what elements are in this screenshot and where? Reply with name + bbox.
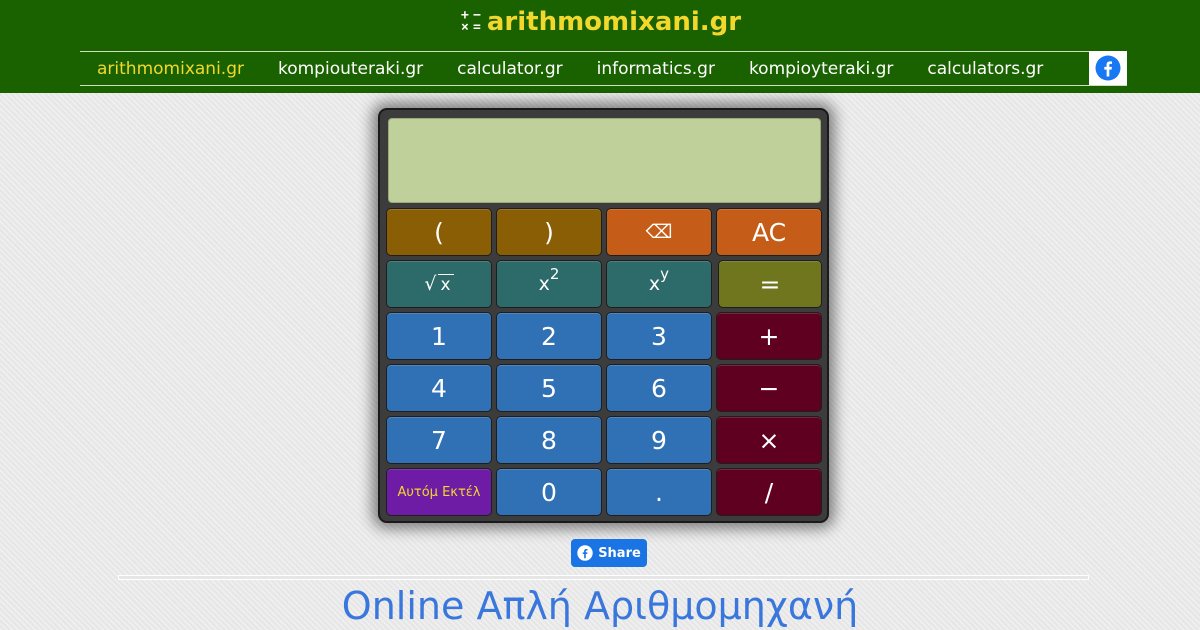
sqrt-button[interactable]: √ x	[386, 260, 492, 308]
auto-execute-button[interactable]: Αυτόμ Εκτέλ	[386, 468, 492, 516]
digit-9-button[interactable]: 9	[606, 416, 712, 464]
equals-button[interactable]: =	[718, 260, 822, 308]
minus-button[interactable]: −	[716, 364, 822, 412]
facebook-icon	[1095, 55, 1121, 81]
plus-button[interactable]: +	[716, 312, 822, 360]
backspace-button[interactable]: ⌫	[606, 208, 712, 256]
logo-text: arithmomixani.gr	[486, 7, 742, 37]
nav-link-calculator[interactable]: calculator.gr	[457, 59, 562, 79]
facebook-share-button[interactable]: Share	[571, 539, 647, 567]
power-exponent: y	[660, 265, 670, 283]
section-divider	[118, 575, 1089, 580]
backspace-icon: ⌫	[645, 221, 673, 243]
math-operators-icon: + − × =	[460, 8, 481, 35]
share-label: Share	[598, 545, 641, 561]
open-paren-button[interactable]: (	[386, 208, 492, 256]
close-paren-button[interactable]: )	[496, 208, 602, 256]
page-title: Online Απλή Αριθμομηχανή	[341, 584, 859, 628]
nav-link-calculators[interactable]: calculators.gr	[927, 59, 1043, 79]
digit-4-button[interactable]: 4	[386, 364, 492, 412]
sqrt-variable: x	[437, 273, 454, 295]
square-exponent: 2	[549, 265, 560, 283]
decimal-point-button[interactable]: .	[606, 468, 712, 516]
nav-link-kompiouteraki[interactable]: kompiouteraki.gr	[278, 59, 423, 79]
site-nav: arithmomixani.gr kompiouteraki.gr calcul…	[80, 51, 1127, 86]
multiply-button[interactable]: ×	[716, 416, 822, 464]
power-base: x	[648, 273, 661, 295]
site-logo[interactable]: + − × = arithmomixani.gr	[0, 4, 1200, 37]
sqrt-icon: √	[424, 273, 437, 295]
power-button[interactable]: xy	[606, 260, 712, 308]
facebook-link[interactable]	[1089, 51, 1127, 85]
square-button[interactable]: x2	[496, 260, 602, 308]
divide-button[interactable]: /	[716, 468, 822, 516]
digit-2-button[interactable]: 2	[496, 312, 602, 360]
facebook-icon	[577, 545, 593, 561]
digit-1-button[interactable]: 1	[386, 312, 492, 360]
digit-0-button[interactable]: 0	[496, 468, 602, 516]
digit-7-button[interactable]: 7	[386, 416, 492, 464]
digit-3-button[interactable]: 3	[606, 312, 712, 360]
clear-button[interactable]: AC	[716, 208, 822, 256]
nav-link-kompioyteraki[interactable]: kompioyteraki.gr	[749, 59, 893, 79]
calculator: ( ) ⌫ AC √ x x2 xy = 1 2 3 + 4 5 6 − 7 8…	[378, 108, 829, 523]
nav-link-informatics[interactable]: informatics.gr	[597, 59, 715, 79]
square-base: x	[538, 273, 550, 295]
site-header: + − × = arithmomixani.gr arithmomixani.g…	[0, 0, 1200, 93]
digit-6-button[interactable]: 6	[606, 364, 712, 412]
digit-8-button[interactable]: 8	[496, 416, 602, 464]
nav-link-arithmomixani[interactable]: arithmomixani.gr	[97, 59, 244, 79]
digit-5-button[interactable]: 5	[496, 364, 602, 412]
calculator-display	[388, 118, 821, 203]
